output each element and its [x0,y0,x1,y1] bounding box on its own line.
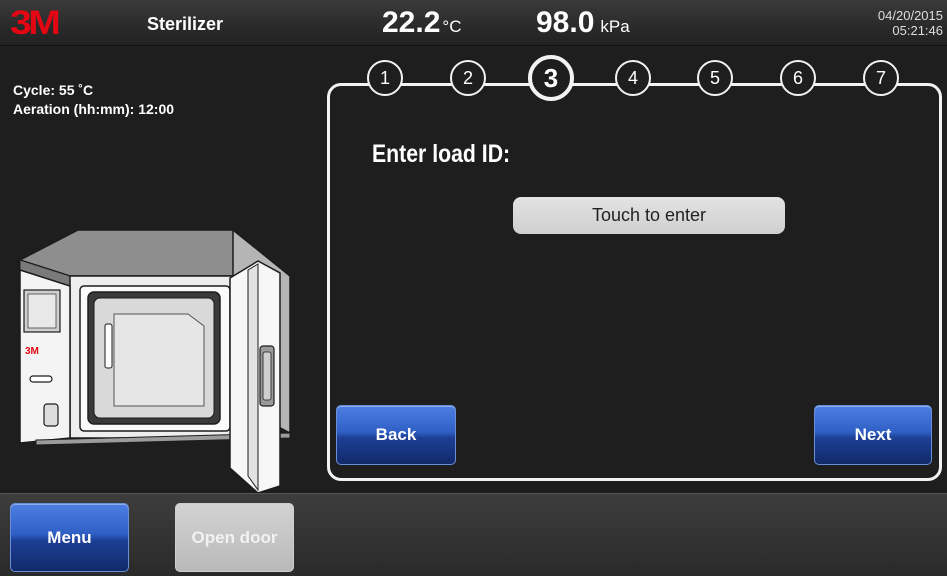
datetime: 04/20/2015 05:21:46 [878,8,943,38]
machine-logo: 3M [25,346,39,357]
step-1: 1 [367,60,403,96]
temperature-value: 22.2 [382,6,441,39]
temperature-unit: °C [442,17,462,36]
cycle-label: Cycle: 55 ˚C [13,82,94,98]
pressure-value: 98.0 [536,6,595,39]
time-text: 05:21:46 [892,23,943,38]
pressure-unit: kPa [600,17,630,36]
back-button[interactable]: Back [336,405,456,465]
load-id-input[interactable]: Touch to enter [513,197,785,234]
step-4: 4 [615,60,651,96]
step-3-active: 3 [528,55,574,101]
next-button[interactable]: Next [814,405,932,465]
menu-button[interactable]: Menu [10,503,129,572]
step-5: 5 [697,60,733,96]
step-7: 7 [863,60,899,96]
temperature-readout: 22.2 °C [382,6,461,40]
header-bar: 3M Sterilizer 22.2 °C 98.0 kPa 04/20/2015 … [0,0,947,46]
sterilizer-illustration: 3M [18,228,293,493]
brand-logo: 3M [10,4,61,42]
date-text: 04/20/2015 [877,8,943,23]
pressure-readout: 98.0 kPa [536,6,630,40]
step-6: 6 [780,60,816,96]
aeration-label: Aeration (hh:mm): 12:00 [13,101,175,117]
open-door-button[interactable]: Open door [175,503,294,572]
app-title: Sterilizer [147,14,224,34]
page-title: Enter load ID: [372,140,511,168]
footer-bar [0,493,947,576]
step-2: 2 [450,60,486,96]
cycle-info: Cycle: 55 ˚C Aeration (hh:mm): 12:00 [13,81,174,119]
